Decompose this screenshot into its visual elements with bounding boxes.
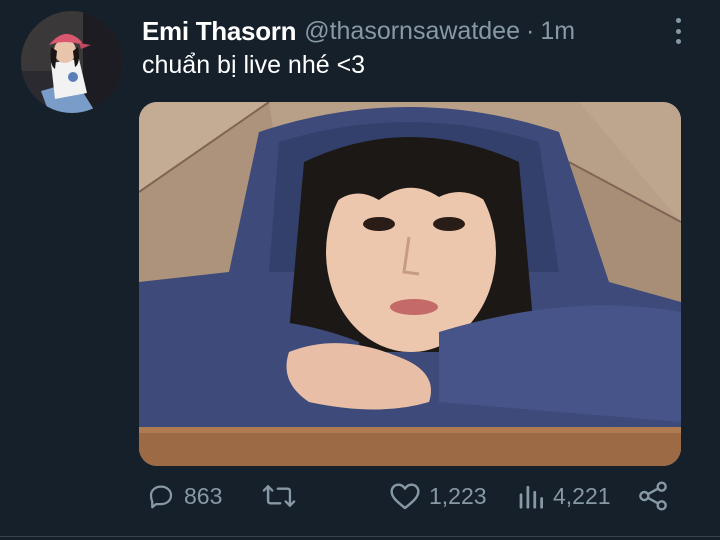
share-button[interactable] (637, 474, 669, 518)
reply-count: 863 (184, 482, 223, 509)
separator-dot: · (525, 16, 535, 45)
views-button[interactable]: 4,221 (517, 474, 611, 518)
avatar[interactable] (21, 11, 123, 113)
author-handle[interactable]: @thasornsawatdee (304, 17, 520, 46)
retweet-icon (262, 485, 296, 507)
retweet-button[interactable] (262, 474, 296, 518)
more-dot (675, 18, 681, 23)
reply-button[interactable]: 863 (146, 474, 222, 518)
timestamp[interactable]: 1m (540, 17, 575, 46)
tweet-actions: 863 1,223 4,221 (0, 474, 720, 518)
tweet-photo[interactable] (139, 102, 681, 466)
views-count: 4,221 (553, 482, 611, 509)
bar-chart-icon (519, 485, 543, 509)
more-dot (675, 39, 681, 44)
reply-icon (149, 485, 173, 509)
more-dot (675, 28, 681, 34)
like-count: 1,223 (429, 482, 487, 509)
more-vertical-icon[interactable] (666, 16, 690, 46)
avatar-image (21, 11, 123, 113)
tweet-header: Emi Thasorn @thasornsawatdee · 1m (142, 14, 575, 48)
like-button[interactable]: 1,223 (389, 474, 487, 518)
tweet-card[interactable]: Emi Thasorn @thasornsawatdee · 1m chuẩn … (0, 0, 720, 540)
share-icon (639, 481, 667, 511)
tweet-divider (0, 536, 720, 537)
photo-image (139, 102, 681, 466)
author-name[interactable]: Emi Thasorn (142, 16, 296, 47)
tweet-text: chuẩn bị live nhé <3 (142, 51, 366, 79)
heart-icon (390, 483, 420, 510)
